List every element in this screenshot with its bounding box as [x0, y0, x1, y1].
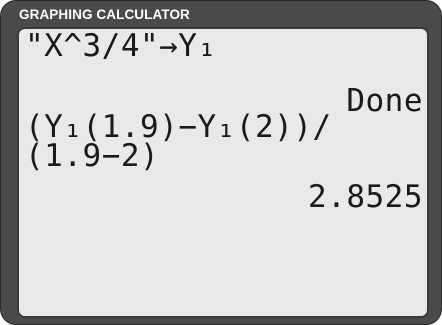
result-value-line: 2.8525 — [308, 179, 423, 215]
difference-quotient-line-2: (1.9−2) — [25, 138, 160, 174]
calculator-device: GRAPHING CALCULATOR "X^3/4"→Y₁ Done (Y₁(… — [0, 0, 442, 325]
expression-store-line: "X^3/4"→Y₁ — [25, 28, 217, 64]
calculator-screen: "X^3/4"→Y₁ Done (Y₁(1.9)−Y₁(2))/ (1.9−2)… — [17, 27, 429, 318]
device-title: GRAPHING CALCULATOR — [19, 7, 190, 22]
